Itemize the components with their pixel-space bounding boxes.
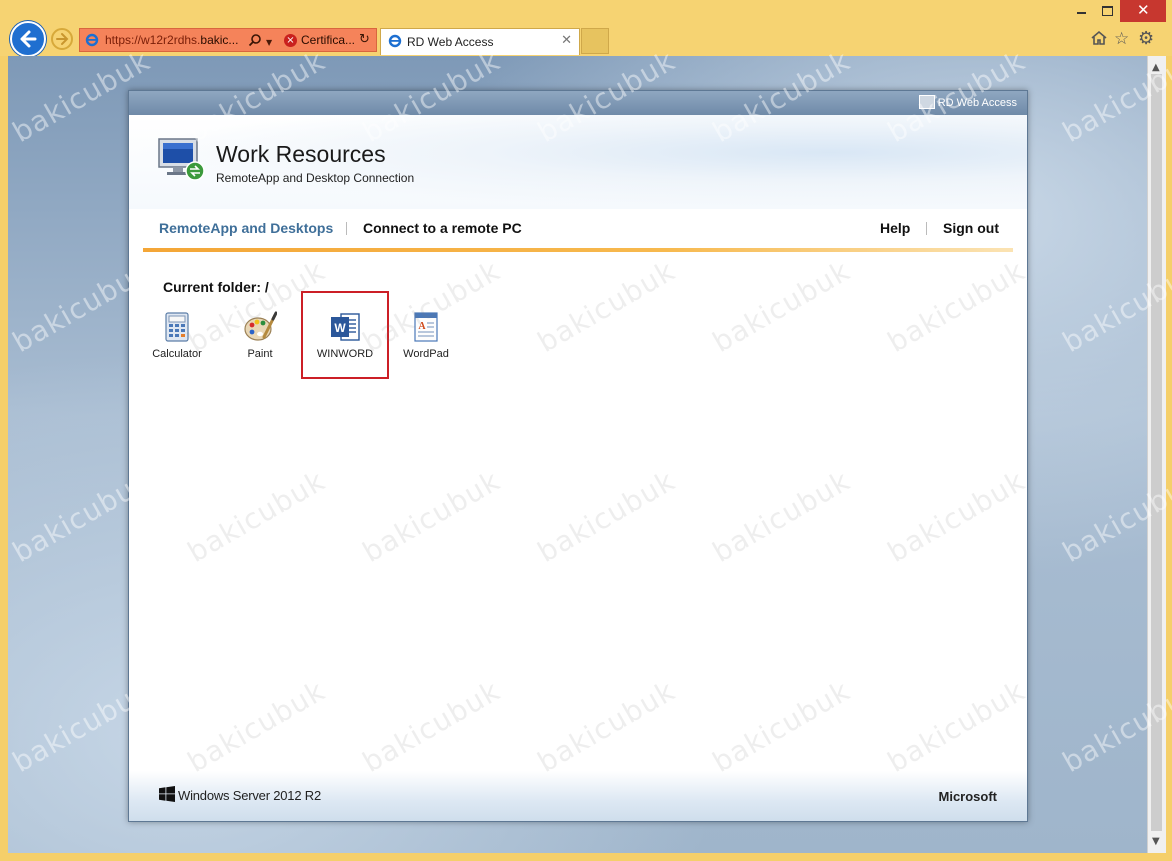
page-viewport: RD Web Access Work Resources RemoteApp a…: [8, 56, 1147, 853]
scroll-up-icon[interactable]: ▲: [1152, 62, 1160, 73]
nav-help[interactable]: Help: [880, 220, 910, 236]
tab-close-icon[interactable]: ✕: [561, 33, 572, 48]
dropdown-icon[interactable]: ▼: [266, 38, 272, 47]
favorites-star-icon[interactable]: ☆: [1114, 29, 1129, 49]
page-header: Work Resources RemoteApp and Desktop Con…: [129, 115, 1027, 209]
app-paint[interactable]: Paint: [220, 311, 300, 375]
address-url: https://w12r2rdhs.bakic...: [105, 33, 239, 47]
close-icon: ✕: [1137, 1, 1150, 19]
app-wordpad[interactable]: A WordPad: [386, 311, 466, 375]
footer-microsoft: Microsoft: [938, 789, 998, 804]
app-label: Calculator: [152, 348, 202, 360]
close-button[interactable]: ✕: [1120, 0, 1166, 22]
scrollbar-thumb[interactable]: [1151, 74, 1162, 831]
maximize-button[interactable]: [1094, 0, 1120, 22]
nav-divider-line: [143, 248, 1013, 252]
settings-gear-icon[interactable]: ⚙: [1138, 28, 1154, 49]
home-icon[interactable]: [1090, 30, 1108, 46]
paint-palette-icon: [244, 311, 277, 341]
nav-separator: [926, 222, 927, 235]
word-icon: W: [331, 313, 360, 341]
minimize-icon: [1077, 12, 1086, 14]
app-label: WordPad: [403, 348, 449, 360]
address-bar[interactable]: https://w12r2rdhs.bakic... ▼ × Certifica…: [79, 28, 377, 52]
svg-text:W: W: [334, 321, 346, 335]
certificate-error-label[interactable]: Certifica...: [301, 33, 355, 47]
nav-remoteapp-and-desktops[interactable]: RemoteApp and Desktops: [159, 220, 333, 236]
rd-web-access-label: RD Web Access: [937, 97, 1017, 109]
search-icon[interactable]: [248, 33, 262, 47]
panel-top-bar: RD Web Access: [129, 91, 1027, 115]
back-arrow-icon: [20, 30, 37, 48]
calculator-icon: [165, 312, 189, 342]
refresh-icon[interactable]: ↻: [359, 32, 370, 47]
ie-tab-icon: [388, 34, 402, 48]
svg-text:A: A: [418, 321, 426, 332]
forward-arrow-icon: [56, 33, 69, 45]
certificate-error-icon[interactable]: ×: [284, 34, 297, 47]
tab-title: RD Web Access: [407, 35, 494, 49]
tab-rd-web-access[interactable]: RD Web Access ✕: [380, 28, 580, 55]
back-button[interactable]: [10, 21, 46, 57]
vertical-scrollbar[interactable]: ▲ ▼: [1147, 56, 1166, 853]
rd-web-access-icon: [919, 95, 935, 109]
selection-spacer: [303, 293, 387, 311]
browser-window: https://w12r2rdhs.bakic... ▼ × Certifica…: [0, 0, 1172, 861]
page-subtitle: RemoteApp and Desktop Connection: [216, 171, 415, 185]
footer-windows-server: Windows Server 2012 R2: [178, 788, 321, 803]
remote-desktop-monitor-icon: [158, 138, 205, 181]
rd-web-access-panel: RD Web Access Work Resources RemoteApp a…: [128, 90, 1028, 822]
new-tab-button[interactable]: [581, 28, 609, 54]
nav-separator: [346, 222, 347, 235]
windows-logo-icon: [159, 786, 175, 802]
minimize-button[interactable]: [1068, 0, 1094, 22]
page-title: Work Resources: [216, 141, 386, 167]
browser-toolbar: https://w12r2rdhs.bakic... ▼ × Certifica…: [0, 0, 1172, 57]
nav-sign-out[interactable]: Sign out: [943, 220, 999, 236]
wordpad-icon: A: [414, 312, 438, 342]
main-nav: RemoteApp and Desktops Connect to a remo…: [129, 209, 1027, 249]
current-folder-label: Current folder: /: [163, 279, 269, 295]
maximize-icon: [1102, 6, 1113, 16]
app-calculator[interactable]: Calculator: [137, 311, 217, 375]
forward-button[interactable]: [51, 28, 73, 50]
ie-icon: [85, 33, 99, 47]
app-winword[interactable]: W WINWORD: [301, 291, 389, 379]
page-footer: Windows Server 2012 R2 Microsoft: [129, 771, 1027, 821]
app-label: WINWORD: [316, 348, 374, 360]
nav-connect-remote-pc[interactable]: Connect to a remote PC: [363, 220, 522, 236]
scroll-down-icon[interactable]: ▼: [1152, 836, 1160, 847]
app-label: Paint: [247, 348, 273, 360]
